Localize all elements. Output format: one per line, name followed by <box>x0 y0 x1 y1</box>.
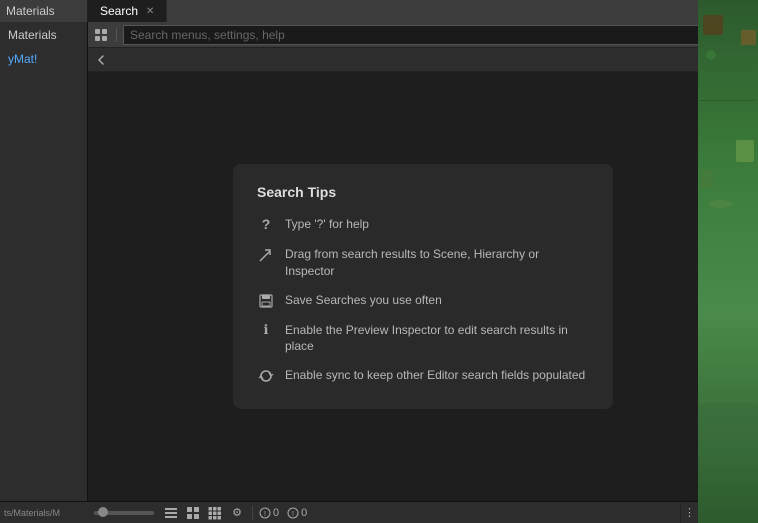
tip-icon-save <box>257 292 275 310</box>
tab-search[interactable]: Search ✕ <box>88 0 167 22</box>
zoom-slider-thumb[interactable] <box>98 507 108 517</box>
tip-text-1: Type '?' for help <box>285 216 589 233</box>
sidebar-item-mymat[interactable]: yMat! <box>0 48 87 70</box>
count2-badge: ! 0 <box>287 507 307 519</box>
tab-search-label: Search <box>100 4 138 18</box>
second-toolbar: ⋮ <box>88 48 758 72</box>
tip-text-3: Save Searches you use often <box>285 292 589 309</box>
status-bar: ⚙ ! 0 ! 0 <box>88 501 698 523</box>
search-tips-title: Search Tips <box>257 184 589 200</box>
svg-text:!: ! <box>264 511 266 518</box>
tip-icon-drag <box>257 246 275 264</box>
tip-text-2: Drag from search results to Scene, Hiera… <box>285 246 589 280</box>
sidebar: Materials yMat! <box>0 22 88 523</box>
sidebar-materials-text: Materials <box>8 28 57 42</box>
tip-icon-info: ℹ <box>257 322 275 340</box>
tip-row-2: Drag from search results to Scene, Hiera… <box>257 246 589 280</box>
tip-row-4: ℹ Enable the Preview Inspector to edit s… <box>257 322 589 356</box>
window-tab-row: Materials Search ✕ ? ⋮ ✕ <box>0 0 758 22</box>
search-input[interactable] <box>130 28 703 42</box>
count1-value: 0 <box>273 507 279 519</box>
tip-row-3: Save Searches you use often <box>257 292 589 310</box>
count1-badge: ! 0 <box>259 507 279 519</box>
status-more-button[interactable]: ⋮ <box>680 501 698 523</box>
list-view-button[interactable] <box>162 504 180 522</box>
search-input-container[interactable] <box>123 25 710 45</box>
back-button[interactable] <box>92 51 110 69</box>
tip-text-5: Enable sync to keep other Editor search … <box>285 367 589 384</box>
tip-row-1: ? Type '?' for help <box>257 216 589 234</box>
sidebar-mymat-text: yMat! <box>8 52 37 66</box>
search-toolbar: ℹ <box>88 22 758 48</box>
tip-icon-question: ? <box>257 216 275 234</box>
sidebar-item-materials[interactable]: Materials <box>0 22 87 48</box>
settings-button[interactable]: ⚙ <box>228 504 246 522</box>
tip-icon-sync <box>257 367 275 385</box>
right-panel-game-view <box>698 0 758 523</box>
status-more-icon: ⋮ <box>684 506 695 519</box>
tip-text-4: Enable the Preview Inspector to edit sea… <box>285 322 589 356</box>
path-text: ts/Materials/M <box>4 508 60 518</box>
count2-value: 0 <box>301 507 307 519</box>
left-bottom-path: ts/Materials/M <box>0 501 88 523</box>
grid3-view-button[interactable] <box>206 504 224 522</box>
search-tips-card: Search Tips ? Type '?' for help Drag fro… <box>233 164 613 409</box>
tip-row-5: Enable sync to keep other Editor search … <box>257 367 589 385</box>
grid-toggle-button[interactable] <box>92 26 110 44</box>
grid2-view-button[interactable] <box>184 504 202 522</box>
tab-close-icon[interactable]: ✕ <box>146 6 154 17</box>
svg-text:!: ! <box>292 511 294 518</box>
main-content: Search Tips ? Type '?' for help Drag fro… <box>88 72 758 501</box>
sidebar-materials-label: Materials <box>6 4 55 18</box>
zoom-slider[interactable] <box>94 511 154 515</box>
